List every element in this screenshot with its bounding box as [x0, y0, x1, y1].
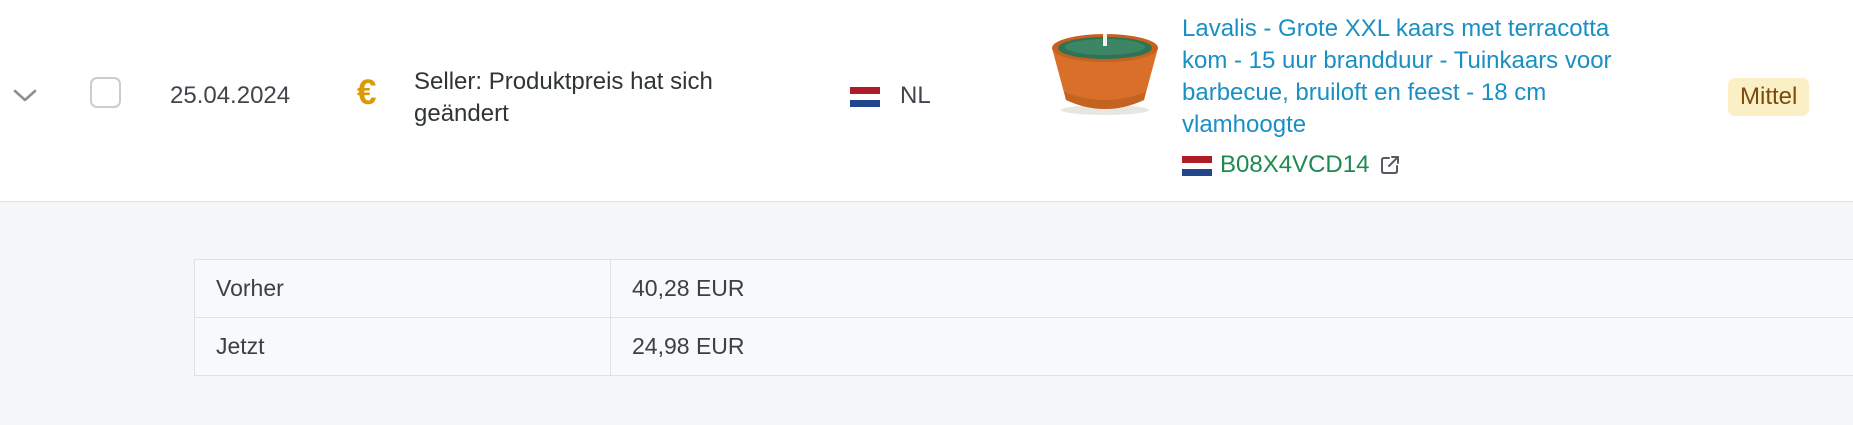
table-row: Jetzt 24,98 EUR	[194, 317, 1853, 376]
chevron-down-icon[interactable]	[12, 86, 38, 104]
detail-value: 24,98 EUR	[610, 317, 1853, 376]
product-title-link[interactable]: Lavalis - Grote XXL kaars met terracotta…	[1182, 13, 1652, 141]
product-image[interactable]	[1046, 26, 1164, 118]
table-row: Vorher 40,28 EUR	[194, 259, 1853, 318]
netherlands-flag-icon	[850, 87, 880, 107]
detail-label: Vorher	[194, 259, 611, 318]
event-description: Seller: Produktpreis hat sich geändert	[414, 68, 713, 127]
detail-label: Jetzt	[194, 317, 611, 376]
row-checkbox[interactable]	[90, 77, 121, 108]
notification-row: 25.04.2024 € Seller: Produktpreis hat si…	[0, 0, 1853, 202]
marketplace-code: NL	[900, 82, 931, 109]
detail-value: 40,28 EUR	[610, 259, 1853, 318]
row-date: 25.04.2024	[170, 82, 291, 109]
price-change-details-table: Vorher 40,28 EUR Jetzt 24,98 EUR	[194, 259, 1853, 376]
netherlands-flag-icon	[1182, 156, 1212, 176]
external-link-icon[interactable]	[1379, 154, 1401, 176]
euro-icon: €	[357, 73, 377, 112]
asin-link[interactable]: B08X4VCD14	[1220, 151, 1369, 179]
priority-badge: Mittel	[1728, 78, 1810, 116]
